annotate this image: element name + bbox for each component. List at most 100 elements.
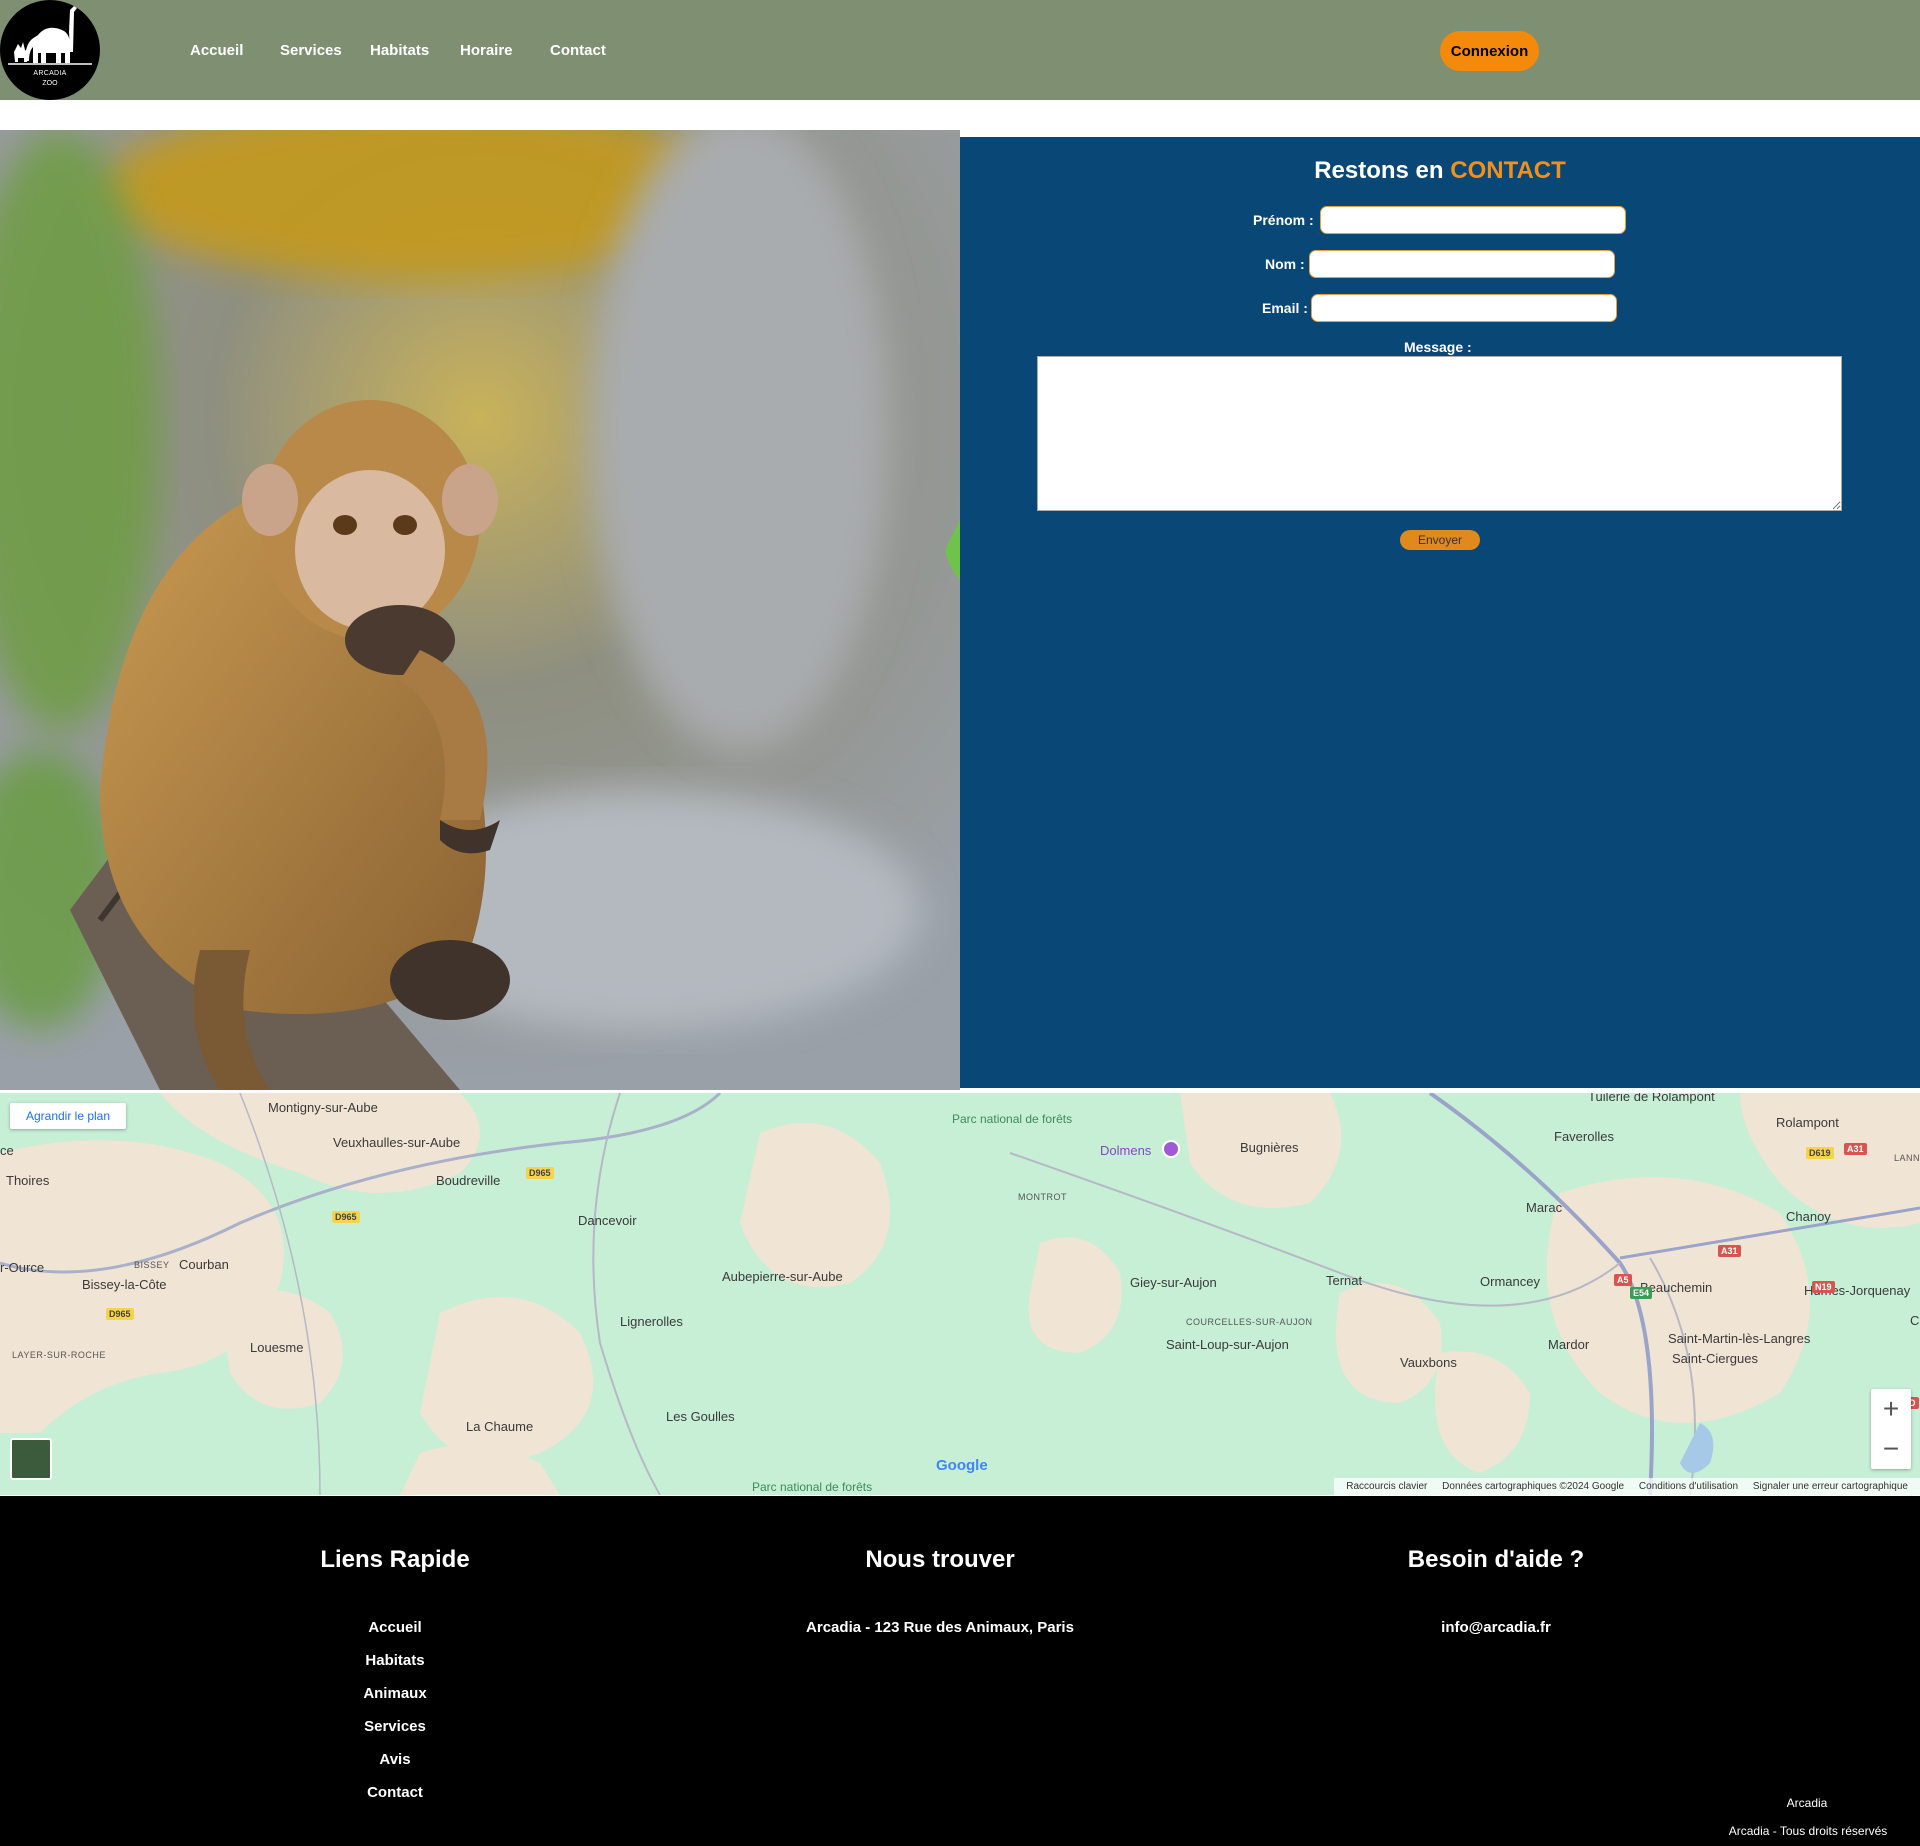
contact-title-accent: CONTACT bbox=[1450, 157, 1566, 184]
road-badge: A31 bbox=[1844, 1143, 1867, 1155]
map-label: LANN bbox=[1894, 1153, 1920, 1163]
map-label: C bbox=[1910, 1313, 1920, 1328]
email-field[interactable] bbox=[1311, 294, 1617, 322]
last-name-field[interactable] bbox=[1309, 250, 1615, 278]
google-map[interactable]: Montigny-sur-Aube Veuxhaulles-sur-Aube B… bbox=[0, 1093, 1920, 1495]
footer-help: Besoin d'aide ? info@arcadia.fr bbox=[1296, 1546, 1696, 1644]
site-footer: Liens Rapide Accueil Habitats Animaux Se… bbox=[0, 1496, 1920, 1846]
nav-services[interactable]: Services bbox=[280, 42, 342, 59]
map-park-label: Parc national de forêts bbox=[952, 1112, 1073, 1126]
map-label: Boudreville bbox=[436, 1173, 501, 1188]
map-label: MONTROT bbox=[1018, 1192, 1067, 1202]
first-name-field[interactable] bbox=[1320, 206, 1626, 234]
map-label: Saint-Ciergues bbox=[1672, 1351, 1758, 1366]
map-label: Giey-sur-Aujon bbox=[1130, 1275, 1217, 1290]
google-logo-text: Google bbox=[936, 1457, 988, 1474]
map-label: Courban bbox=[179, 1257, 229, 1272]
footer-help-title: Besoin d'aide ? bbox=[1407, 1546, 1585, 1573]
map-label: Faverolles bbox=[1554, 1129, 1614, 1144]
footer-link-accueil[interactable]: Accueil bbox=[195, 1611, 595, 1644]
road-badge: D965 bbox=[526, 1167, 554, 1179]
map-label: COURCELLES-SUR-AUJON bbox=[1186, 1317, 1313, 1327]
footer-link-contact[interactable]: Contact bbox=[195, 1776, 595, 1809]
terms-link[interactable]: Conditions d'utilisation bbox=[1639, 1481, 1738, 1492]
road-badge: A31 bbox=[1718, 1245, 1741, 1257]
footer-find-us-title: Nous trouver bbox=[865, 1546, 1015, 1573]
report-error-link[interactable]: Signaler une erreur cartographique bbox=[1753, 1481, 1908, 1492]
zoom-controls: + − bbox=[1871, 1389, 1911, 1469]
dolmen-pin-icon[interactable] bbox=[1162, 1140, 1180, 1158]
map-label: Lignerolles bbox=[620, 1314, 683, 1329]
map-label: Ternat bbox=[1326, 1273, 1363, 1288]
first-name-label: Prénom : bbox=[1253, 212, 1314, 228]
map-label: Marac bbox=[1526, 1200, 1563, 1215]
footer-link-habitats[interactable]: Habitats bbox=[195, 1644, 595, 1677]
map-label: Aubepierre-sur-Aube bbox=[722, 1269, 843, 1284]
nav-contact[interactable]: Contact bbox=[550, 42, 606, 59]
map-label: Montigny-sur-Aube bbox=[268, 1100, 378, 1115]
road-badge: N19 bbox=[1812, 1281, 1835, 1293]
road-badge: D965 bbox=[332, 1211, 360, 1223]
zoo-logo[interactable]: ARCADIA ZOO bbox=[0, 0, 100, 100]
login-button[interactable]: Connexion bbox=[1440, 31, 1539, 71]
message-field[interactable] bbox=[1037, 356, 1842, 511]
map-label: Les Goulles bbox=[666, 1409, 735, 1424]
road-badge: D619 bbox=[1806, 1147, 1834, 1159]
logo-name: ARCADIA bbox=[33, 70, 67, 77]
footer-link-avis[interactable]: Avis bbox=[195, 1743, 595, 1776]
nav-accueil[interactable]: Accueil bbox=[190, 42, 243, 59]
contact-title: Restons en CONTACT bbox=[960, 157, 1920, 185]
map-label: BISSEY bbox=[134, 1260, 170, 1270]
map-label: Mardor bbox=[1548, 1337, 1590, 1352]
nav-habitats[interactable]: Habitats bbox=[370, 42, 429, 59]
google-logo: Google bbox=[936, 1457, 988, 1474]
footer-email[interactable]: info@arcadia.fr bbox=[1296, 1611, 1696, 1644]
map-label: Tuilerie de Rolampont bbox=[1588, 1093, 1715, 1104]
map-label: La Chaume bbox=[466, 1419, 534, 1434]
footer-link-animaux[interactable]: Animaux bbox=[195, 1677, 595, 1710]
message-label: Message : bbox=[1404, 339, 1472, 355]
nav-horaire[interactable]: Horaire bbox=[460, 42, 513, 59]
map-label: Veuxhaulles-sur-Aube bbox=[333, 1135, 461, 1150]
send-button[interactable]: Envoyer bbox=[1400, 530, 1480, 550]
map-label: Bissey-la-Côte bbox=[82, 1277, 167, 1292]
map-label: Saint-Loup-sur-Aujon bbox=[1166, 1337, 1289, 1352]
map-label: r-Ource bbox=[0, 1260, 45, 1275]
map-label: Vauxbons bbox=[1400, 1355, 1457, 1370]
keyboard-shortcuts-link[interactable]: Raccourcis clavier bbox=[1346, 1481, 1427, 1492]
footer-address: Arcadia - 123 Rue des Animaux, Paris bbox=[806, 1619, 1074, 1636]
map-label: Rolampont bbox=[1776, 1115, 1839, 1130]
contact-title-prefix: Restons en bbox=[1314, 157, 1444, 184]
email-label: Email : bbox=[1262, 300, 1308, 316]
map-poi-label[interactable]: Dolmens bbox=[1100, 1143, 1151, 1158]
map-label: Chanoy bbox=[1786, 1209, 1831, 1224]
map-label: Ormancey bbox=[1480, 1274, 1540, 1289]
map-attribution: Raccourcis clavier Données cartographiqu… bbox=[1334, 1478, 1920, 1495]
monkey-photo bbox=[0, 130, 960, 1090]
map-label: Dancevoir bbox=[578, 1213, 637, 1228]
monkey-image bbox=[0, 130, 960, 1090]
footer-quick-links: Liens Rapide Accueil Habitats Animaux Se… bbox=[195, 1546, 595, 1809]
footer-copyright: Arcadia - Tous droits réservés bbox=[1728, 1824, 1888, 1838]
map-label: Bugnières bbox=[1240, 1140, 1299, 1155]
enlarge-map-button[interactable]: Agrandir le plan bbox=[10, 1103, 126, 1129]
site-header: ARCADIA ZOO Accueil Services Habitats Ho… bbox=[0, 0, 1920, 100]
footer-quick-links-title: Liens Rapide bbox=[320, 1546, 470, 1573]
logo-subtitle: ZOO bbox=[42, 80, 58, 87]
road-badge: D965 bbox=[106, 1308, 134, 1320]
footer-find-us: Nous trouver Arcadia - 123 Rue des Anima… bbox=[740, 1546, 1140, 1644]
last-name-label: Nom : bbox=[1265, 256, 1305, 272]
footer-brand: Arcadia bbox=[1786, 1796, 1828, 1810]
map-label: LAYER-SUR-ROCHE bbox=[12, 1350, 106, 1360]
footer-link-services[interactable]: Services bbox=[195, 1710, 595, 1743]
road-badge: E54 bbox=[1630, 1287, 1653, 1299]
zoom-out-button[interactable]: − bbox=[1871, 1429, 1911, 1469]
zoom-in-button[interactable]: + bbox=[1871, 1389, 1911, 1429]
map-data-credit: Données cartographiques ©2024 Google bbox=[1442, 1481, 1625, 1492]
contact-section: Restons en CONTACT Prénom : Nom : Email … bbox=[960, 137, 1920, 1088]
road-badge: A5 bbox=[1614, 1274, 1632, 1286]
map-label: ce bbox=[0, 1143, 14, 1158]
map-label: Louesme bbox=[250, 1340, 304, 1355]
map-park-label: Parc national de forêts bbox=[752, 1480, 873, 1494]
satellite-toggle[interactable] bbox=[10, 1438, 52, 1480]
